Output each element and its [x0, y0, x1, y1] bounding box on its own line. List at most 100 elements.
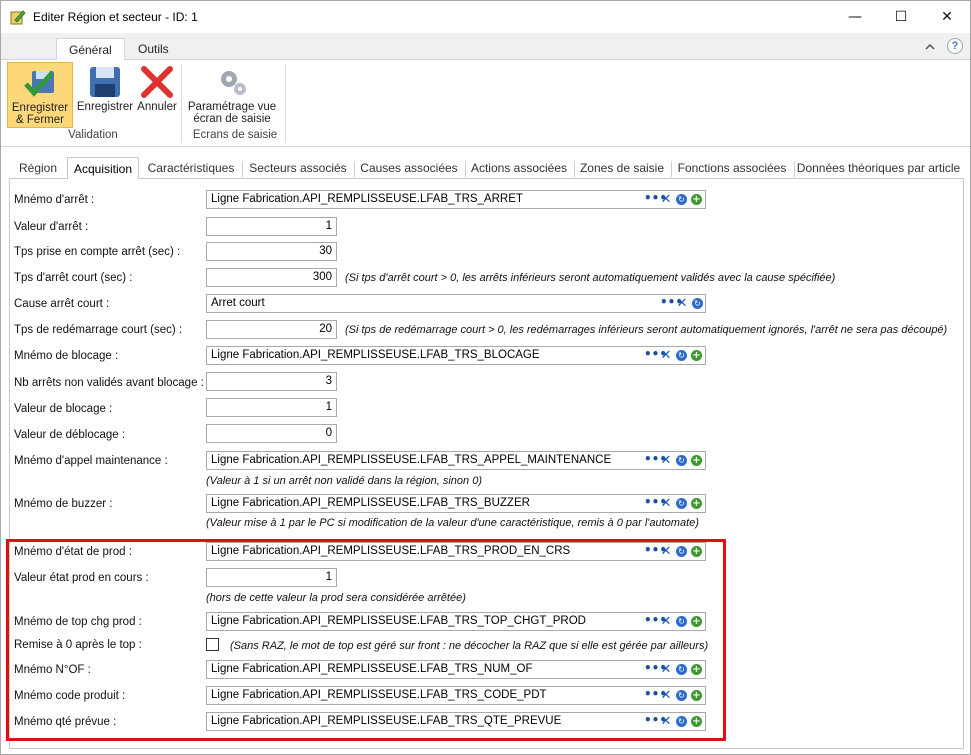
- add-icon[interactable]: +: [691, 616, 702, 627]
- tab-secteurs-associes[interactable]: Secteurs associés: [245, 159, 351, 179]
- ribbon-body: Enregistrer & Fermer Enregistrer Annuler: [1, 60, 970, 147]
- mnemo-blocage-label: Mnémo de blocage :: [14, 350, 119, 362]
- tps-arret-court-field[interactable]: 300: [206, 268, 337, 287]
- valeur-etat-prod-note: (hors de cette valeur la prod sera consi…: [206, 592, 466, 604]
- mnemo-buzzer-field[interactable]: Ligne Fabrication.API_REMPLISSEUSE.LFAB_…: [206, 494, 706, 513]
- tab-zones-de-saisie[interactable]: Zones de saisie: [576, 159, 668, 179]
- tab-fonctions-associees[interactable]: Fonctions associées: [673, 159, 791, 179]
- clear-icon[interactable]: ✕: [660, 497, 672, 510]
- ribbon-tab-general[interactable]: Général: [56, 38, 125, 61]
- browse-icon[interactable]: •••: [644, 192, 667, 206]
- red-x-icon: [140, 65, 174, 99]
- mnemo-buzzer-actions: ••• ✕ ↻ +: [644, 494, 702, 513]
- browse-icon[interactable]: •••: [644, 453, 667, 467]
- mnemo-top-chg-field[interactable]: Ligne Fabrication.API_REMPLISSEUSE.LFAB_…: [206, 612, 706, 631]
- clear-icon[interactable]: ✕: [660, 689, 672, 702]
- tps-arret-court-note: (Si tps d'arrêt court > 0, les arrêts in…: [345, 272, 836, 284]
- tab-caracteristiques[interactable]: Caractéristiques: [143, 159, 239, 179]
- browse-icon[interactable]: •••: [644, 614, 667, 628]
- refresh-icon[interactable]: ↻: [676, 690, 687, 701]
- mnemo-top-chg-actions: ••• ✕ ↻ +: [644, 612, 702, 631]
- tps-redemarrage-label: Tps de redémarrage court (sec) :: [14, 324, 183, 336]
- browse-icon[interactable]: •••: [644, 348, 667, 362]
- ribbon-tab-outils[interactable]: Outils: [126, 38, 181, 60]
- add-icon[interactable]: +: [691, 664, 702, 675]
- browse-icon[interactable]: •••: [644, 688, 667, 702]
- refresh-icon[interactable]: ↻: [676, 664, 687, 675]
- mnemo-arret-field[interactable]: Ligne Fabrication.API_REMPLISSEUSE.LFAB_…: [206, 190, 706, 209]
- mnemo-etat-prod-actions: ••• ✕ ↻ +: [644, 542, 702, 561]
- title-bar: Editer Région et secteur - ID: 1 — ☐ ✕: [1, 1, 970, 33]
- refresh-icon[interactable]: ↻: [676, 616, 687, 627]
- mnemo-qte-prevue-field[interactable]: Ligne Fabrication.API_REMPLISSEUSE.LFAB_…: [206, 712, 706, 731]
- clear-icon[interactable]: ✕: [660, 454, 672, 467]
- tab-actions-associees[interactable]: Actions associées: [467, 159, 571, 179]
- add-icon[interactable]: +: [691, 716, 702, 727]
- ribbon-tab-bar: Général Outils: [1, 33, 970, 61]
- mnemo-etat-prod-label: Mnémo d'état de prod :: [14, 546, 132, 558]
- nb-arrets-field[interactable]: 3: [206, 372, 337, 391]
- mnemo-code-produit-label: Mnémo code produit :: [14, 690, 126, 702]
- nb-arrets-label: Nb arrêts non validés avant blocage :: [14, 377, 204, 389]
- refresh-icon[interactable]: ↻: [676, 546, 687, 557]
- save-button[interactable]: Enregistrer: [75, 62, 135, 128]
- browse-icon[interactable]: •••: [644, 714, 667, 728]
- add-icon[interactable]: +: [691, 498, 702, 509]
- mnemo-num-of-field[interactable]: Ligne Fabrication.API_REMPLISSEUSE.LFAB_…: [206, 660, 706, 679]
- tps-prise-field[interactable]: 30: [206, 242, 337, 261]
- mnemo-blocage-field[interactable]: Ligne Fabrication.API_REMPLISSEUSE.LFAB_…: [206, 346, 706, 365]
- tps-prise-label: Tps prise en compte arrêt (sec) :: [14, 246, 181, 258]
- add-icon[interactable]: +: [691, 455, 702, 466]
- valeur-arret-field[interactable]: 1: [206, 217, 337, 236]
- tps-arret-court-label: Tps d'arrêt court (sec) :: [14, 272, 133, 284]
- valeur-deblocage-field[interactable]: 0: [206, 424, 337, 443]
- mnemo-etat-prod-field[interactable]: Ligne Fabrication.API_REMPLISSEUSE.LFAB_…: [206, 542, 706, 561]
- clear-icon[interactable]: ✕: [660, 663, 672, 676]
- screens-group-label: Ecrans de saisie: [192, 129, 278, 141]
- mnemo-qte-prevue-actions: ••• ✕ ↻ +: [644, 712, 702, 731]
- minimize-button[interactable]: —: [832, 1, 878, 32]
- refresh-icon[interactable]: ↻: [676, 455, 687, 466]
- browse-icon[interactable]: •••: [644, 662, 667, 676]
- help-icon[interactable]: ?: [947, 38, 963, 54]
- clear-icon[interactable]: ✕: [660, 545, 672, 558]
- refresh-icon[interactable]: ↻: [692, 298, 703, 309]
- add-icon[interactable]: +: [691, 350, 702, 361]
- clear-icon[interactable]: ✕: [660, 349, 672, 362]
- save-close-label-line1: Enregistrer: [11, 102, 69, 114]
- add-icon[interactable]: +: [691, 194, 702, 205]
- tab-causes-associees[interactable]: Causes associées: [356, 159, 462, 179]
- cancel-button[interactable]: Annuler: [136, 62, 178, 128]
- tab-donnees-theoriques[interactable]: Données théoriques par article: [796, 159, 961, 179]
- remise-zero-checkbox[interactable]: [206, 638, 219, 651]
- mnemo-appel-field[interactable]: Ligne Fabrication.API_REMPLISSEUSE.LFAB_…: [206, 451, 706, 470]
- save-close-button[interactable]: Enregistrer & Fermer: [7, 62, 73, 128]
- screen-settings-button[interactable]: Paramétrage vue écran de saisie: [185, 62, 279, 128]
- close-button[interactable]: ✕: [924, 1, 970, 32]
- cause-arret-court-field[interactable]: Arret court: [206, 294, 706, 313]
- chevron-up-icon[interactable]: [925, 43, 935, 51]
- tab-acquisition[interactable]: Acquisition: [67, 157, 139, 180]
- maximize-button[interactable]: ☐: [878, 1, 924, 32]
- clear-icon[interactable]: ✕: [660, 615, 672, 628]
- screen-settings-label-line2: écran de saisie: [193, 113, 271, 125]
- valeur-blocage-field[interactable]: 1: [206, 398, 337, 417]
- refresh-icon[interactable]: ↻: [676, 350, 687, 361]
- tab-region[interactable]: Région: [13, 159, 63, 179]
- browse-icon[interactable]: •••: [644, 496, 667, 510]
- refresh-icon[interactable]: ↻: [676, 716, 687, 727]
- mnemo-code-produit-field[interactable]: Ligne Fabrication.API_REMPLISSEUSE.LFAB_…: [206, 686, 706, 705]
- clear-icon[interactable]: ✕: [676, 297, 688, 310]
- add-icon[interactable]: +: [691, 546, 702, 557]
- browse-icon[interactable]: •••: [644, 544, 667, 558]
- browse-icon[interactable]: •••: [660, 296, 683, 310]
- mnemo-buzzer-note: (Valeur mise à 1 par le PC si modificati…: [206, 517, 699, 529]
- tps-redemarrage-field[interactable]: 20: [206, 320, 337, 339]
- refresh-icon[interactable]: ↻: [676, 498, 687, 509]
- clear-icon[interactable]: ✕: [660, 715, 672, 728]
- add-icon[interactable]: +: [691, 690, 702, 701]
- close-icon: ✕: [941, 8, 953, 25]
- clear-icon[interactable]: ✕: [660, 193, 672, 206]
- refresh-icon[interactable]: ↻: [676, 194, 687, 205]
- valeur-etat-prod-field[interactable]: 1: [206, 568, 337, 587]
